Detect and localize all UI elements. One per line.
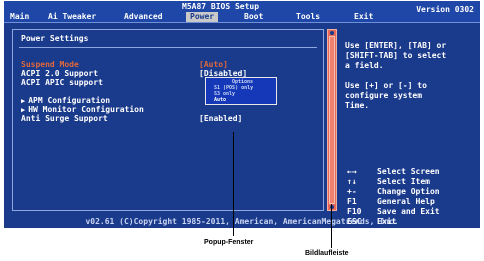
submenu-arrow-icon: ▶ xyxy=(21,97,26,105)
menu-tab-tools[interactable]: Tools xyxy=(296,12,320,22)
setting-row-acpi-apic-support[interactable]: ACPI APIC support xyxy=(21,78,103,87)
menu-tab-main[interactable]: Main xyxy=(10,12,29,22)
setting-row-suspend-mode[interactable]: Suspend Mode xyxy=(21,60,79,69)
setting-value-anti-surge-support[interactable]: [Enabled] xyxy=(199,114,242,123)
key-desc: General Help xyxy=(377,197,435,206)
bios-screen: M5A87 BIOS Setup Version 0302 Main Ai Tw… xyxy=(4,1,480,228)
menu-tab-power[interactable]: Power xyxy=(186,12,219,22)
key-plus-minus: +- xyxy=(347,187,357,196)
scrollbar[interactable] xyxy=(327,29,337,211)
setting-label: Suspend Mode xyxy=(21,60,79,69)
help-line: [SHIFT-TAB] to select xyxy=(345,51,447,60)
panel-divider xyxy=(19,47,317,48)
setting-label: Anti Surge Support xyxy=(21,114,108,123)
scroll-up-icon[interactable] xyxy=(330,31,334,35)
popup-callout-label: Popup-Fenster xyxy=(204,239,254,246)
scrollbar-callout-label: Bildlaufleiste xyxy=(305,250,349,257)
key-arrows-left-right-icon: ←→ xyxy=(347,167,357,176)
setting-row-acpi-2-support[interactable]: ACPI 2.0 Support xyxy=(21,69,98,78)
setting-label: ACPI APIC support xyxy=(21,78,103,87)
key-desc: Change Option xyxy=(377,187,440,196)
scrollbar-callout-line xyxy=(331,204,332,248)
key-f1: F1 xyxy=(347,197,357,206)
setup-title: M5A87 BIOS Setup xyxy=(182,2,260,11)
key-arrows-up-down-icon: ↑↓ xyxy=(347,177,357,186)
panel-title: Power Settings xyxy=(21,34,89,43)
help-line: Use [+] or [-] to xyxy=(345,81,427,90)
popup-option-auto[interactable]: Auto xyxy=(214,97,226,103)
copyright-footer: v02.61 (C)Copyright 1985-2011, American,… xyxy=(85,217,399,226)
menu-tab-advanced[interactable]: Advanced xyxy=(124,12,163,22)
help-line: Use [ENTER], [TAB] or xyxy=(345,41,447,50)
setting-label: HW Monitor Configuration xyxy=(28,105,144,114)
menu-tab-ai-tweaker[interactable]: Ai Tweaker xyxy=(48,12,96,22)
help-line: a field. xyxy=(345,61,384,70)
setting-label: ACPI 2.0 Support xyxy=(21,69,99,78)
options-popup: Options S1 (POS) only S3 only Auto xyxy=(205,77,277,105)
help-line: configure system xyxy=(345,91,423,100)
key-desc: Select Item xyxy=(377,177,430,186)
bios-version: Version 0302 xyxy=(416,5,474,14)
menu-tab-exit[interactable]: Exit xyxy=(354,12,373,22)
menu-tab-boot[interactable]: Boot xyxy=(244,12,263,22)
top-menu-bar: M5A87 BIOS Setup Version 0302 Main Ai Tw… xyxy=(4,1,480,23)
setting-value: [Enabled] xyxy=(199,114,243,123)
setting-value: [Auto] xyxy=(199,60,228,69)
scrollbar-thumb[interactable] xyxy=(329,36,335,204)
help-line: Time. xyxy=(345,101,370,110)
help-panel: Use [ENTER], [TAB] or [SHIFT-TAB] to sel… xyxy=(341,29,475,226)
popup-callout-line xyxy=(233,132,234,236)
setting-row-anti-surge-support[interactable]: Anti Surge Support xyxy=(21,114,108,123)
submenu-arrow-icon: ▶ xyxy=(21,106,26,114)
setting-value-suspend-mode[interactable]: [Auto] xyxy=(199,60,228,69)
setting-label: APM Configuration xyxy=(28,96,111,105)
key-desc: Select Screen xyxy=(377,167,440,176)
settings-panel: Power Settings Suspend Mode [Auto] ACPI … xyxy=(12,29,324,211)
